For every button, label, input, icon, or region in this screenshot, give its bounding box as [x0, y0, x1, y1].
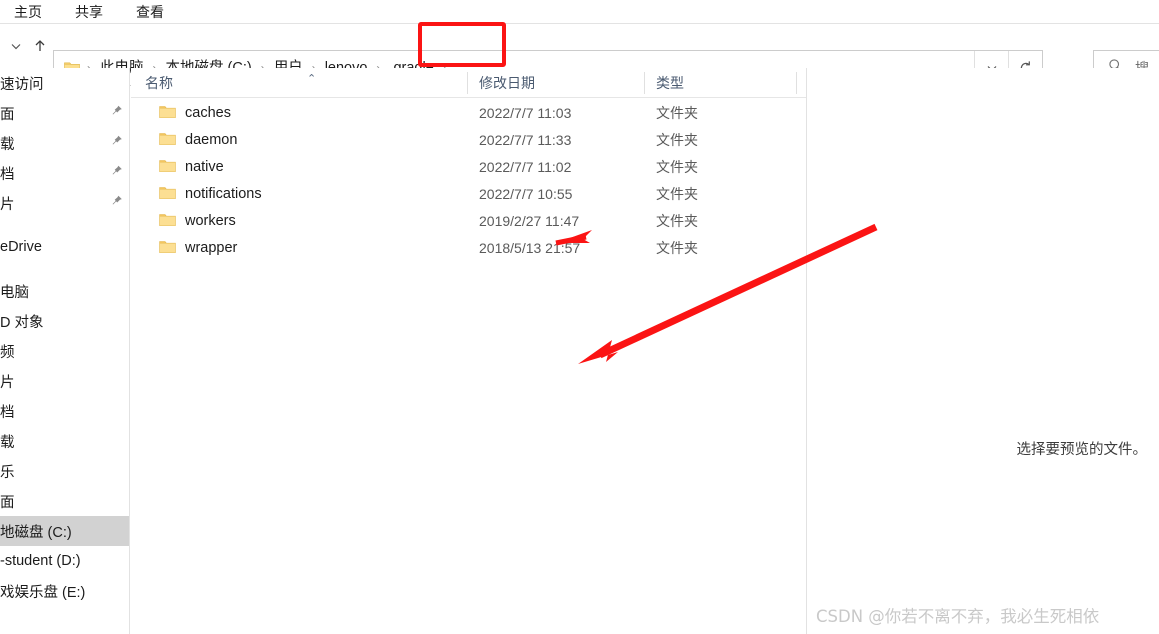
column-header-date-modified[interactable]: 修改日期: [479, 68, 535, 98]
file-name: caches: [185, 104, 231, 121]
file-explorer-window: 主页 共享 查看 › 此电脑 › 本地: [0, 0, 1159, 634]
sidebar-item[interactable]: 乐: [0, 456, 129, 486]
sidebar-item-label: 片: [0, 196, 15, 213]
file-type: 文件夹: [656, 104, 698, 121]
folder-icon: [159, 240, 176, 254]
sidebar-item-label: 档: [0, 404, 15, 421]
sidebar-item-label: 频: [0, 344, 15, 361]
sidebar-item[interactable]: 载: [0, 426, 129, 456]
file-date-modified: 2018/5/13 21:57: [479, 239, 581, 256]
sidebar-item-label: -student (D:): [0, 553, 81, 569]
sidebar-item-label: 载: [0, 434, 15, 451]
table-row[interactable]: daemon 2022/7/7 11:33 文件夹: [131, 126, 806, 153]
file-name: native: [185, 158, 224, 175]
folder-icon: [159, 186, 176, 200]
column-header-type[interactable]: 类型: [656, 68, 684, 98]
file-list-pane: 名称 ⌃ 修改日期 类型 caches 2022/7/7 11:03 文件夹 daem…: [131, 68, 806, 634]
recent-locations-chevron-icon[interactable]: [4, 34, 28, 58]
column-divider[interactable]: [467, 72, 468, 94]
sidebar-item[interactable]: 面: [0, 486, 129, 516]
sidebar-item[interactable]: 速访问: [0, 68, 129, 98]
folder-icon: [159, 132, 176, 146]
folder-icon: [159, 213, 176, 227]
pin-icon[interactable]: [110, 135, 123, 152]
sidebar-item-label: 速访问: [0, 76, 44, 93]
file-type: 文件夹: [656, 239, 698, 256]
sidebar-item[interactable]: 频: [0, 336, 129, 366]
sidebar-item[interactable]: 片: [0, 366, 129, 396]
up-one-level-icon[interactable]: [28, 34, 52, 58]
sidebar-item-label: 片: [0, 374, 15, 391]
pin-icon[interactable]: [110, 105, 123, 122]
navigation-bar: › 此电脑 › 本地磁盘 (C:) › 用户 › lenovo › .gradl…: [0, 24, 1159, 86]
tab-view[interactable]: 查看: [136, 2, 164, 22]
navigation-pane[interactable]: 速访问面载档片 eDrive 电脑 D 对象频片档载乐面地磁盘 (C:) -studen…: [0, 68, 130, 634]
sidebar-item-label: 戏娱乐盘 (E:): [0, 584, 86, 601]
folder-icon: [159, 159, 176, 173]
table-row[interactable]: workers 2019/2/27 11:47 文件夹: [131, 207, 806, 234]
file-name: workers: [185, 212, 236, 229]
tab-share[interactable]: 共享: [75, 2, 103, 22]
sidebar-item[interactable]: 地磁盘 (C:): [0, 516, 129, 546]
sidebar-item[interactable]: 面: [0, 98, 129, 128]
sidebar-item-label: eDrive: [0, 239, 42, 255]
file-name: notifications: [185, 185, 262, 202]
sidebar-item[interactable]: 电脑: [0, 276, 129, 306]
sidebar-item-label: 载: [0, 136, 15, 153]
pin-icon[interactable]: [110, 195, 123, 212]
file-type: 文件夹: [656, 212, 698, 229]
sidebar-item[interactable]: eDrive: [0, 232, 129, 262]
sidebar-item[interactable]: 载: [0, 128, 129, 158]
file-date-modified: 2022/7/7 10:55: [479, 185, 573, 202]
sidebar-item[interactable]: 片: [0, 188, 129, 218]
ribbon-tab-bar: 主页 共享 查看: [0, 0, 1159, 24]
sidebar-item-label: 档: [0, 166, 15, 183]
file-date-modified: 2022/7/7 11:02: [479, 158, 572, 175]
sidebar-item[interactable]: 档: [0, 396, 129, 426]
watermark-text: CSDN @你若不离不弃，我必生死相依: [816, 607, 1100, 626]
column-divider[interactable]: [796, 72, 797, 94]
sidebar-item-label: 电脑: [0, 284, 29, 301]
sidebar-item-label: 面: [0, 106, 15, 123]
sidebar-item[interactable]: 戏娱乐盘 (E:): [0, 576, 129, 606]
sidebar-item-label: 乐: [0, 464, 15, 481]
table-row[interactable]: wrapper 2018/5/13 21:57 文件夹: [131, 234, 806, 261]
file-date-modified: 2022/7/7 11:33: [479, 131, 572, 148]
pin-icon[interactable]: [110, 165, 123, 182]
sidebar-item[interactable]: 档: [0, 158, 129, 188]
file-type: 文件夹: [656, 131, 698, 148]
column-header-row: 名称 ⌃ 修改日期 类型: [131, 68, 806, 98]
tab-home[interactable]: 主页: [14, 2, 42, 22]
table-row[interactable]: caches 2022/7/7 11:03 文件夹: [131, 99, 806, 126]
preview-placeholder-text: 选择要预览的文件。: [1016, 442, 1148, 458]
column-header-name[interactable]: 名称: [145, 68, 173, 98]
sidebar-item-label: D 对象: [0, 314, 44, 331]
folder-icon: [159, 105, 176, 119]
file-type: 文件夹: [656, 158, 698, 175]
column-divider[interactable]: [644, 72, 645, 94]
file-type: 文件夹: [656, 185, 698, 202]
file-name: daemon: [185, 131, 238, 148]
sidebar-item-label: 面: [0, 494, 15, 511]
file-date-modified: 2022/7/7 11:03: [479, 104, 572, 121]
file-name: wrapper: [185, 239, 238, 256]
sidebar-item-label: 地磁盘 (C:): [0, 524, 72, 541]
sidebar-item[interactable]: -student (D:): [0, 546, 129, 576]
file-rows: caches 2022/7/7 11:03 文件夹 daemon 2022/7/7 11…: [131, 99, 806, 261]
sort-ascending-icon: ⌃: [307, 73, 317, 85]
sidebar-item[interactable]: D 对象: [0, 306, 129, 336]
table-row[interactable]: native 2022/7/7 11:02 文件夹: [131, 153, 806, 180]
file-date-modified: 2019/2/27 11:47: [479, 212, 580, 229]
preview-pane: 选择要预览的文件。: [806, 68, 1159, 634]
table-row[interactable]: notifications 2022/7/7 10:55 文件夹: [131, 180, 806, 207]
